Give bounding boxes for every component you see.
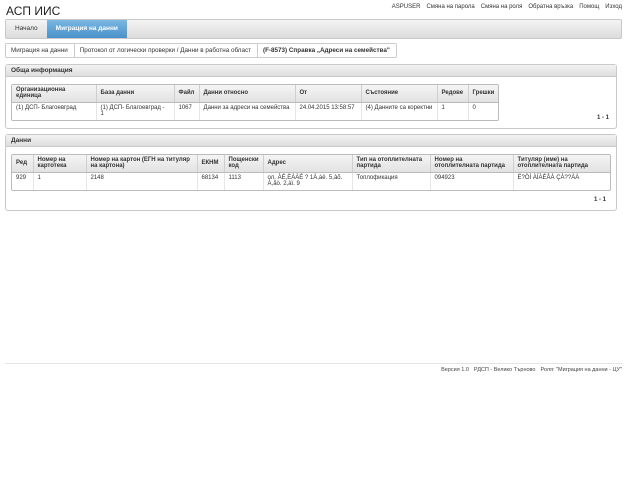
app-title: АСП ИИС bbox=[6, 4, 61, 18]
col-card-number[interactable]: Номер на картон (ЕГН на титуляр на карто… bbox=[86, 155, 198, 173]
general-info-pager: 1 - 1 bbox=[596, 115, 609, 121]
col-heating-type[interactable]: Тип на отоплителната партида bbox=[352, 155, 431, 173]
col-org-unit[interactable]: Организационна единица bbox=[12, 85, 97, 103]
breadcrumb-item-current: (F-8573) Справка „Адреси на семейства" bbox=[262, 47, 390, 54]
col-rows[interactable]: Редове bbox=[437, 85, 469, 103]
col-database[interactable]: База данни bbox=[96, 85, 175, 103]
col-state[interactable]: Състояние bbox=[361, 85, 438, 103]
cell-org-unit: (1) ДСП- Благоевград bbox=[12, 102, 97, 121]
table-row[interactable]: 929 1 2148 68134 1113 ол. ÀÉ,ÈÀÀÉ ? 1À,à… bbox=[12, 172, 610, 191]
cell-address: ол. ÀÉ,ÈÀÀÉ ? 1À,àë. 5,âõ. À,åò. 2,àï. 9 bbox=[263, 172, 353, 191]
col-ekatte[interactable]: ЕКНМ bbox=[197, 155, 225, 173]
feedback-link[interactable]: Обратна връзка bbox=[528, 4, 573, 10]
top-links: ASPUSER Смяна на парола Смяна на роля Об… bbox=[392, 4, 622, 10]
cell-card-number: 2148 bbox=[86, 172, 198, 191]
data-table-wrap: Ред Номер на картотека Номер на картон (… bbox=[11, 154, 611, 192]
footer-role: Роля: "Миграция на данни - ЦУ" bbox=[540, 367, 622, 373]
cell-heating-type: Топлофикация bbox=[352, 172, 431, 191]
col-address[interactable]: Адрес bbox=[263, 155, 353, 173]
col-postal-code[interactable]: Пощенски код bbox=[224, 155, 264, 173]
nav-tab-home[interactable]: Начало bbox=[6, 20, 47, 38]
cell-ekatte: 68134 bbox=[197, 172, 225, 191]
data-panel: Данни Ред Номер на картотека Номер на ка… bbox=[5, 134, 617, 211]
cell-database: (1) ДСП- Благоевград - 1 bbox=[96, 102, 175, 121]
nav-tab-data-migration[interactable]: Миграция на данни bbox=[46, 20, 127, 38]
cell-state: (4) Данните са коректни bbox=[361, 102, 438, 121]
footer-organization: РДСП - Велико Търново bbox=[473, 367, 536, 373]
breadcrumb: Миграция на данни Протокол от логически … bbox=[5, 43, 397, 58]
help-link[interactable]: Помощ bbox=[579, 4, 599, 10]
col-file[interactable]: Файл bbox=[174, 85, 200, 103]
logout-link[interactable]: Изход bbox=[605, 4, 622, 10]
col-errors[interactable]: Грешки bbox=[468, 85, 499, 103]
data-pager: 1 - 1 bbox=[593, 197, 606, 203]
table-header-row: Ред Номер на картотека Номер на картон (… bbox=[12, 155, 610, 173]
general-info-title: Обща информация bbox=[6, 65, 616, 77]
table-row[interactable]: (1) ДСП- Благоевград (1) ДСП- Благоевгра… bbox=[12, 102, 498, 121]
cell-postal-code: 1113 bbox=[224, 172, 264, 191]
general-info-table-wrap: Организационна единица База данни Файл Д… bbox=[11, 84, 500, 122]
cell-data-about: Данни за адреси на семейства bbox=[199, 102, 296, 121]
footer-divider bbox=[5, 363, 622, 364]
col-data-about[interactable]: Данни относно bbox=[199, 85, 296, 103]
table-header-row: Организационна единица База данни Файл Д… bbox=[12, 85, 499, 103]
col-card-file-number[interactable]: Номер на картотека bbox=[33, 155, 87, 173]
col-heating-number[interactable]: Номер на отоплителната партида bbox=[430, 155, 514, 173]
cell-errors: 0 bbox=[472, 104, 476, 111]
data-table: Ред Номер на картотека Номер на картон (… bbox=[12, 155, 610, 191]
col-row[interactable]: Ред bbox=[12, 155, 34, 173]
cell-card-file-number: 1 bbox=[33, 172, 87, 191]
cell-heating-holder: Ё?ÖÍ ÀÍÀÉÅÀ ÇÀ??ÀÀ bbox=[517, 174, 580, 181]
cell-from: 24.04.2015 13:58:57 bbox=[295, 102, 362, 121]
main-navbar: Начало Миграция на данни bbox=[5, 19, 622, 39]
cell-file: 1067 bbox=[174, 102, 200, 121]
user-link[interactable]: ASPUSER bbox=[392, 4, 421, 10]
cell-heating-number: 094923 bbox=[430, 172, 514, 191]
change-password-link[interactable]: Смяна на парола bbox=[426, 4, 474, 10]
general-info-panel: Обща информация Организационна единица Б… bbox=[5, 64, 617, 129]
breadcrumb-item-data-migration[interactable]: Миграция на данни bbox=[6, 44, 75, 57]
cell-row: 929 bbox=[12, 172, 34, 191]
col-from[interactable]: От bbox=[295, 85, 362, 103]
breadcrumb-item-protocol[interactable]: Протокол от логически проверки / Данни в… bbox=[75, 44, 258, 57]
change-role-link[interactable]: Смяна на роля bbox=[481, 4, 523, 10]
footer: Версия 1.0 РДСП - Велико Търново Роля: "… bbox=[441, 367, 622, 373]
col-heating-holder[interactable]: Титуляр (име) на отоплителната партида bbox=[513, 155, 610, 173]
footer-version: Версия 1.0 bbox=[441, 367, 469, 373]
cell-rows: 1 bbox=[437, 102, 469, 121]
general-info-table: Организационна единица База данни Файл Д… bbox=[12, 85, 499, 121]
data-title: Данни bbox=[6, 135, 616, 147]
